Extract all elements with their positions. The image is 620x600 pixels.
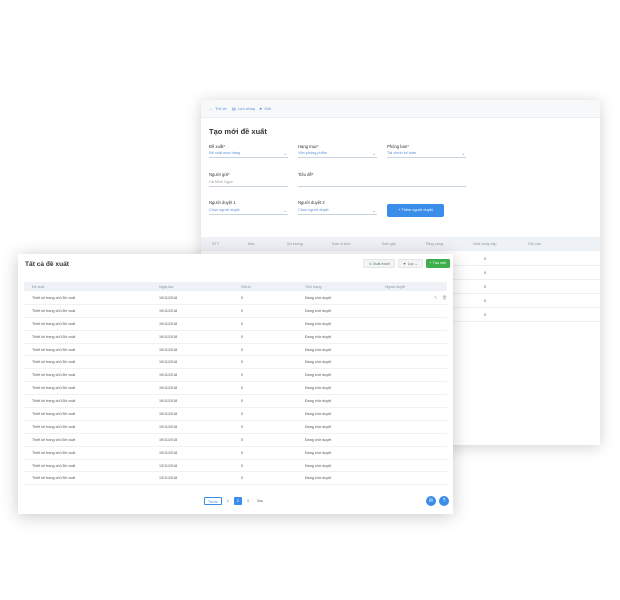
pagination: Trước 1 2 3 Sau — [204, 497, 266, 506]
column-header: Đơn vị tính — [332, 242, 351, 246]
list-table-header: Đề xuất Ngày tạo Giá trị Tình trạng Ngườ… — [24, 282, 447, 291]
approver2-select[interactable]: Chọn người duyệt ⌄ — [298, 206, 377, 215]
column-header: STT — [212, 242, 220, 246]
prev-page-button[interactable]: Trước — [204, 497, 222, 505]
table-row[interactable]: Thiết kế trang chủ Đề xuất 19/11/2018 0 Đan… — [24, 421, 447, 434]
page-button[interactable]: 1 — [224, 497, 232, 505]
list-title: Tất cả đề xuất — [25, 261, 69, 268]
filter-icon: ▼ — [402, 262, 407, 266]
edit-icon[interactable]: ✎ — [434, 295, 437, 300]
column-header: Mục — [248, 242, 256, 246]
column-header: Tình trạng — [305, 284, 322, 289]
table-row: 0 — [453, 308, 600, 322]
list-actions: ⇲ Xuất excel ▼ Lọc ⌄ + Tạo mới — [363, 259, 450, 269]
table-row: 0 — [453, 252, 600, 266]
approver1-select[interactable]: Chọn người duyệt ⌄ — [209, 206, 288, 215]
help-icon[interactable]: ? — [439, 496, 449, 506]
chevron-down-icon: ⌄ — [413, 262, 418, 266]
column-header: Nhà cung cấp — [473, 242, 497, 246]
proposal-list-window: Tất cả đề xuất ⇲ Xuất excel ▼ Lọc ⌄ + Tạo … — [18, 254, 453, 514]
delete-icon[interactable]: 🗑 — [442, 295, 447, 300]
chevron-down-icon: ⌄ — [372, 208, 376, 213]
chevron-down-icon: ⌄ — [283, 208, 287, 213]
table-row[interactable]: Thiết kế trang chủ Đề xuất 19/11/2018 0 Đan… — [24, 382, 447, 396]
column-header: Ghi chú — [528, 242, 542, 246]
proposal-rows: Thiết kế trang chủ Đề xuất 19/11/2018 0 … — [24, 292, 447, 486]
form-toolbar: ← Trở về ▤ Lưu nháp ➤ Gửi — [201, 100, 600, 118]
column-header: Đề xuất — [32, 284, 45, 289]
table-row[interactable]: Thiết kế trang chủ Đề xuất 19/11/2018 0 Đan… — [24, 369, 447, 383]
arrow-left-icon: ← — [209, 106, 213, 111]
chevron-down-icon: ⌄ — [372, 151, 376, 156]
filter-button[interactable]: ▼ Lọc ⌄ — [397, 259, 423, 268]
table-row[interactable]: Thiết kế trang chủ Đề xuất 19/11/2018 0 … — [24, 292, 447, 305]
mail-icon[interactable]: ✉ — [426, 496, 436, 506]
proposal-select[interactable]: Đề xuất mua hàng ⌄ — [209, 149, 288, 158]
table-row[interactable]: Thiết kế trang chủ Đề xuất 19/11/2018 0 Đan… — [24, 395, 447, 409]
sender-input[interactable]: Hà Minh Ngọc — [209, 178, 288, 187]
table-row[interactable]: Thiết kế trang chủ Đề xuất 19/11/2018 0 Đan… — [24, 331, 447, 344]
add-approver-button[interactable]: + Thêm người duyệt — [387, 204, 444, 217]
table-row: 0 — [453, 280, 600, 294]
approver2-label: Người duyệt 2 — [298, 200, 325, 205]
create-button[interactable]: + Tạo mới — [425, 259, 450, 268]
subject-label: Tiêu đề* — [298, 172, 314, 177]
table-row[interactable]: Thiết kế trang chủ Đề xuất 13/11/2018 0 Đan… — [24, 460, 447, 473]
sender-label: Người gửi* — [209, 172, 230, 177]
back-button[interactable]: ← Trở về — [209, 106, 227, 111]
table-row: 0 — [453, 266, 600, 280]
save-icon: ▤ — [232, 106, 236, 111]
export-excel-button[interactable]: ⇲ Xuất excel — [363, 259, 395, 268]
table-row[interactable]: Thiết kế trang chủ Đề xuất 19/11/2018 0 Đan… — [24, 344, 447, 357]
column-header: Ngày tạo — [159, 284, 174, 289]
table-row[interactable]: Thiết kế trang chủ Đề xuất 19/11/2018 0 Đan… — [24, 408, 447, 421]
send-button[interactable]: ➤ Gửi — [259, 106, 271, 111]
department-select[interactable]: Tài chính kế toán ⌄ — [387, 149, 466, 158]
save-draft-button[interactable]: ▤ Lưu nháp — [232, 106, 255, 111]
category-select[interactable]: Văn phòng phẩm ⌄ — [298, 149, 377, 158]
column-header: Người duyệt — [385, 284, 405, 289]
table-row[interactable]: Thiết kế trang chủ Đề xuất 19/11/2018 0 Đan… — [24, 318, 447, 331]
table-row[interactable]: Thiết kế trang chủ Đề xuất 19/11/2018 0 Đan… — [24, 434, 447, 447]
table-row[interactable]: Thiết kế trang chủ Đề xuất 19/11/2018 0 Đan… — [24, 305, 447, 318]
page-title: Tạo mới đề xuất — [209, 127, 267, 136]
column-header: Đơn giá — [382, 242, 396, 246]
table-row[interactable]: Thiết kế trang chủ Đề xuất 13/11/2018 0 Đan… — [24, 472, 447, 486]
approver1-label: Người duyệt 1 — [209, 200, 236, 205]
table-row[interactable]: Thiết kế trang chủ Đề xuất 19/11/2018 0 Đan… — [24, 447, 447, 460]
chevron-down-icon: ⌄ — [283, 151, 287, 156]
next-page-button[interactable]: Sau — [254, 497, 266, 505]
table-row: 0 — [453, 294, 600, 308]
column-header: Số lượng — [287, 242, 303, 246]
table-row[interactable]: Thiết kế trang chủ Đề xuất 19/11/2018 0 Đan… — [24, 356, 447, 370]
column-header: Giá trị — [241, 284, 251, 289]
chevron-down-icon: ⌄ — [461, 151, 465, 156]
column-header: Tổng cộng — [425, 242, 443, 246]
page-button-active[interactable]: 2 — [233, 497, 242, 505]
send-icon: ➤ — [259, 106, 263, 111]
excel-icon: ⇲ — [368, 262, 372, 266]
page-button[interactable]: 3 — [244, 497, 252, 505]
items-table-header: STT Mục Số lượng Đơn vị tính Đơn giá Tổn… — [201, 237, 600, 251]
subject-input[interactable] — [298, 178, 466, 187]
